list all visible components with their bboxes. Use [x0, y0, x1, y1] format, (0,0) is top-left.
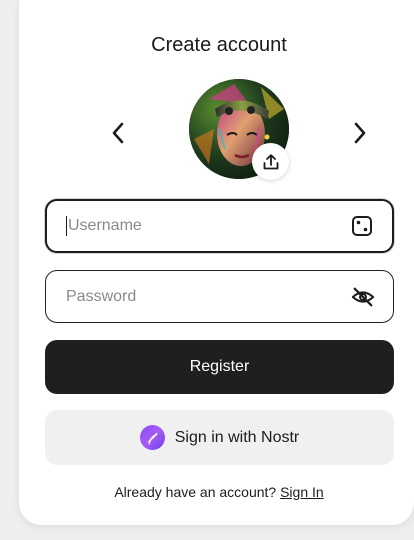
upload-avatar-button[interactable] [252, 143, 289, 180]
nostr-button-label: Sign in with Nostr [174, 428, 300, 446]
avatar-picker [189, 79, 289, 180]
sign-in-link[interactable]: Sign In [280, 484, 324, 500]
chevron-left-icon [112, 122, 124, 144]
password-field[interactable] [45, 270, 394, 323]
username-input[interactable] [68, 217, 350, 235]
password-input[interactable] [66, 287, 351, 306]
page-title: Create account [151, 34, 287, 56]
sign-in-with-nostr-button[interactable]: Sign in with Nostr [45, 410, 394, 465]
username-field[interactable] [45, 199, 394, 253]
toggle-password-visibility-button[interactable] [351, 285, 375, 309]
register-button[interactable]: Register [45, 340, 394, 394]
chevron-right-icon [354, 122, 366, 144]
dice-icon [352, 216, 372, 236]
eye-off-icon [351, 287, 375, 306]
nostr-ostrich-icon [139, 425, 165, 450]
random-username-button[interactable] [350, 214, 374, 238]
upload-icon [263, 153, 278, 169]
sign-in-prompt: Already have an account? Sign In [0, 484, 414, 500]
previous-avatar-button[interactable] [106, 118, 130, 148]
next-avatar-button[interactable] [348, 118, 372, 148]
text-caret [66, 216, 67, 236]
sign-in-prompt-text: Already have an account? [114, 484, 277, 500]
